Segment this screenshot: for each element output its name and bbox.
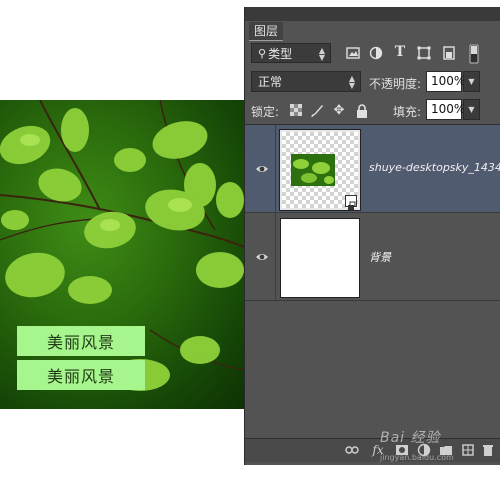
layers-bottom-toolbar: fx [245,438,500,462]
image-filter-icon[interactable] [346,46,360,60]
filter-toggle-icon[interactable] [469,44,479,64]
caption-text-1[interactable]: 美丽风景 [17,326,145,356]
blend-row: 正常 ▲ ▼ 不透明度: 100% ▼ [245,69,500,95]
search-icon: ⚲ [258,46,267,60]
chevron-updown-icon: ▲ ▼ [348,74,355,90]
layer-row-shuye[interactable]: shuye-desktopsky_14346 [245,125,500,213]
new-layer-icon[interactable] [461,443,475,457]
caption-text-2[interactable]: 美丽风景 [17,360,145,390]
lock-row: 锁定: ✥ 填充: 100% ▼ [245,97,500,123]
layer-name[interactable]: shuye-desktopsky_14346 [369,161,500,174]
lock-all-icon[interactable] [355,104,369,118]
opacity-input[interactable]: 100% [426,71,465,92]
lock-label: 锁定: [251,105,280,119]
layer-thumbnail[interactable] [279,129,361,211]
eye-icon[interactable] [255,249,269,263]
filter-kind-dropdown[interactable]: ⚲ 类型 ▲ ▼ [251,43,331,63]
fill-label: 填充: [393,105,422,119]
layer-thumbnail[interactable] [280,218,360,298]
shape-filter-icon[interactable] [417,46,431,60]
layers-panel: 图层 ⚲ 类型 ▲ ▼ T 正常 ▲ ▼ 不透明度: 100% ▼ 锁定: ✥ … [244,7,500,465]
divider [275,213,276,301]
blend-mode-dropdown[interactable]: 正常 ▲ ▼ [251,71,361,92]
document-canvas[interactable]: 美丽风景 美丽风景 [0,100,246,409]
leaf-thumbnail-image [291,154,335,186]
watermark-url: jingyan.baidu.com [380,453,454,462]
opacity-dropdown-button[interactable]: ▼ [463,71,480,92]
lock-transparent-icon[interactable] [289,104,303,118]
filter-row: ⚲ 类型 ▲ ▼ T [245,41,500,67]
chevron-updown-icon: ▲ ▼ [318,46,325,62]
panel-title-bar[interactable] [245,7,500,21]
divider [275,125,276,213]
delete-layer-icon[interactable] [481,443,495,457]
adjustment-filter-icon[interactable] [369,46,383,60]
lock-image-icon[interactable] [310,104,324,118]
fill-input[interactable]: 100% [426,99,465,120]
fill-dropdown-button[interactable]: ▼ [463,99,480,120]
watermark-text: Bai 经验 [380,430,441,446]
layers-list: shuye-desktopsky_14346 背景 [245,124,500,440]
link-layers-icon[interactable] [345,443,359,457]
opacity-label: 不透明度: [369,77,422,91]
blend-mode-label: 正常 [258,75,283,89]
smart-object-badge-icon [345,195,357,210]
smart-object-filter-icon[interactable] [442,46,456,60]
layer-name[interactable]: 背景 [369,249,391,265]
lock-position-icon[interactable]: ✥ [332,104,346,118]
eye-icon[interactable] [255,161,269,175]
layer-row-background[interactable]: 背景 [245,213,500,301]
type-filter-icon[interactable]: T [393,45,407,59]
filter-kind-label: 类型 [268,46,293,61]
tab-layers[interactable]: 图层 [249,22,284,41]
